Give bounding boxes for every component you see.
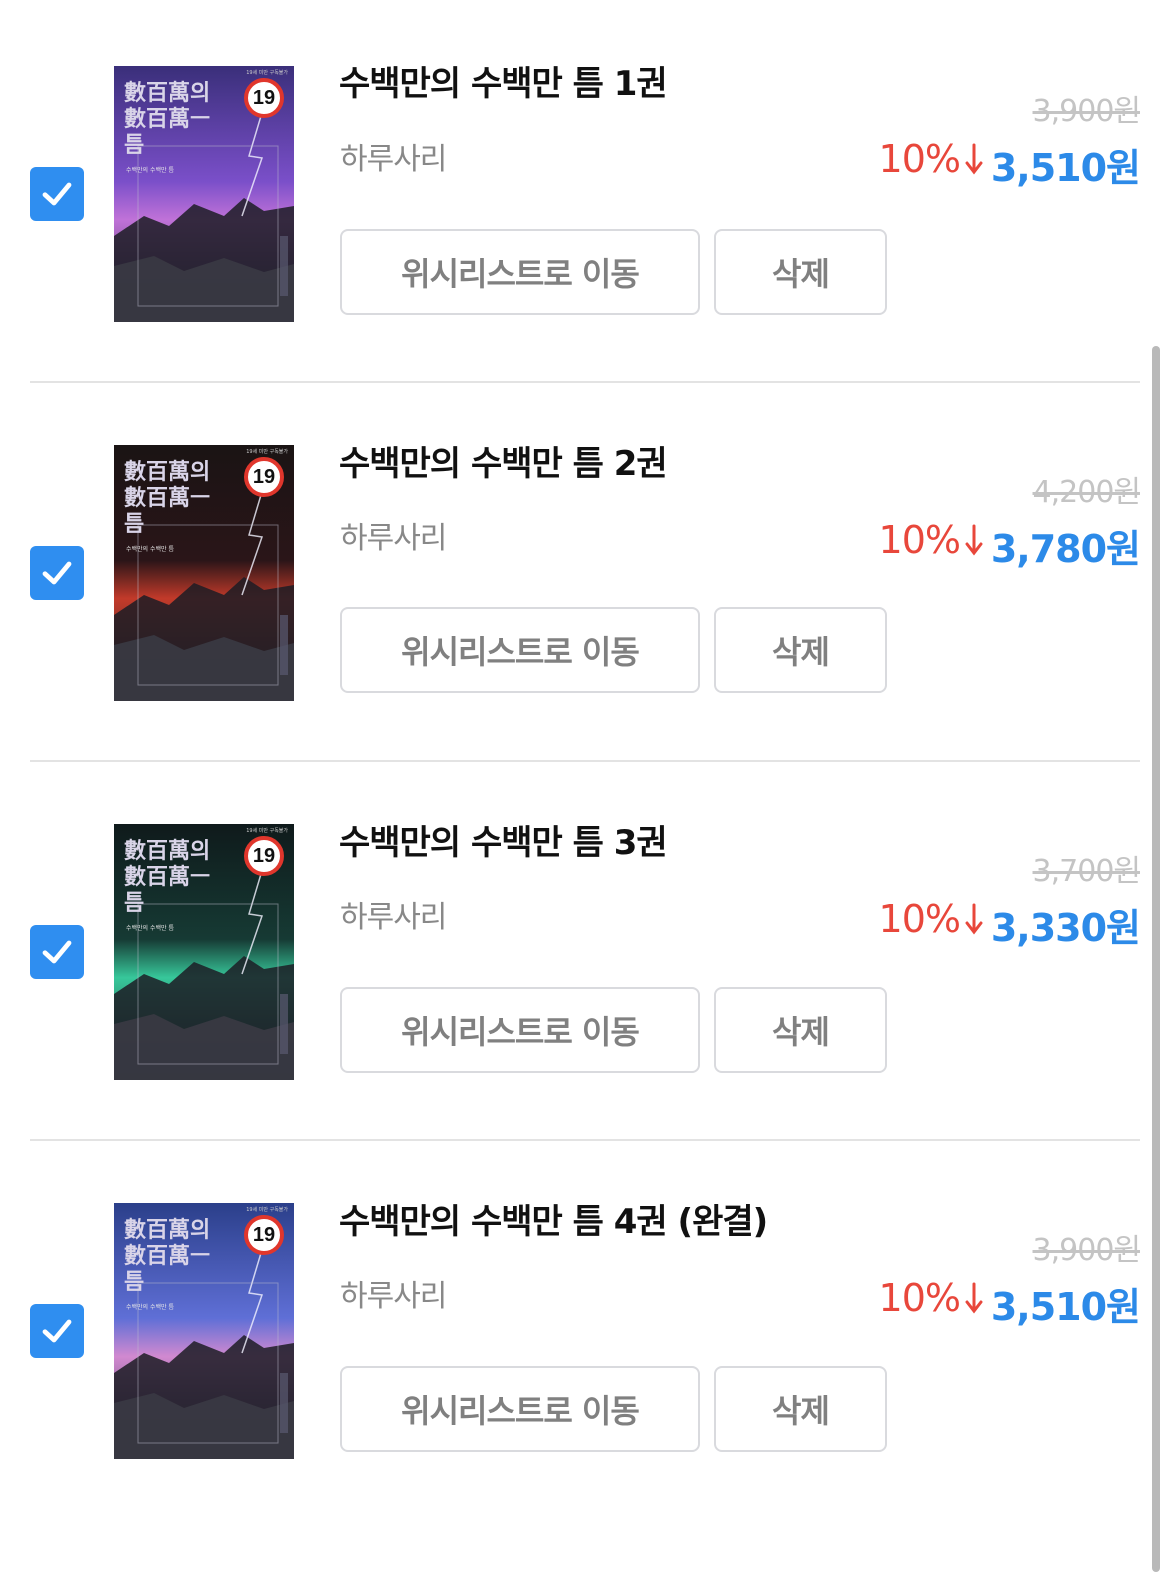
discount-value: 10% (878, 137, 961, 181)
original-price: 4,200원 (1032, 475, 1141, 510)
delete-button[interactable]: 삭제 (714, 987, 887, 1073)
sale-price: 3,510원 (990, 146, 1141, 190)
move-to-wishlist-button[interactable]: 위시리스트로 이동 (340, 607, 700, 693)
cart-item: 19세 미만 구독불가 數百萬의 數百萬ㅡ 틈 수백만의 수백만 틈 19 수백만의… (0, 759, 1170, 1139)
item-checkbox[interactable] (30, 167, 84, 221)
book-cover[interactable]: 19세 미만 구독불가 數百萬의 數百萬ㅡ 틈 수백만의 수백만 틈 19 (114, 824, 294, 1080)
delete-button[interactable]: 삭제 (714, 607, 887, 693)
check-icon (42, 561, 72, 585)
check-icon (42, 1319, 72, 1343)
original-price: 3,900원 (1032, 1233, 1141, 1268)
discount-value: 10% (878, 518, 961, 562)
cover-subtitle: 수백만의 수백만 틈 (126, 1304, 174, 1311)
item-author: 하루사리 (340, 142, 447, 177)
delete-button[interactable]: 삭제 (714, 1366, 887, 1452)
book-cover[interactable]: 19세 미만 구독불가 數百萬의 數百萬ㅡ 틈 수백만의 수백만 틈 19 (114, 445, 294, 701)
sale-price: 3,510원 (990, 1285, 1141, 1329)
down-arrow-icon (965, 903, 983, 935)
item-author: 하루사리 (340, 1279, 447, 1314)
sale-price: 3,780원 (990, 527, 1141, 571)
cover-tag: 19세 미만 구독불가 (246, 449, 288, 455)
discount-rate: 10% (879, 1276, 984, 1320)
cover-spine (280, 994, 288, 1054)
move-to-wishlist-button[interactable]: 위시리스트로 이동 (340, 1366, 700, 1452)
discount-value: 10% (878, 1276, 961, 1320)
cover-tag: 19세 미만 구독불가 (246, 70, 288, 76)
original-price: 3,900원 (1032, 94, 1141, 129)
item-title[interactable]: 수백만의 수백만 틈 3권 (339, 815, 668, 864)
cart-item: 19세 미만 구독불가 數百萬의 數百萬ㅡ 틈 수백만의 수백만 틈 19 수백만의… (0, 0, 1170, 380)
cover-tag: 19세 미만 구독불가 (246, 828, 288, 834)
check-icon (42, 940, 72, 964)
cover-title: 數百萬의 數百萬ㅡ 틈 (124, 80, 211, 158)
down-arrow-icon (965, 1282, 983, 1314)
cover-subtitle: 수백만의 수백만 틈 (126, 546, 174, 553)
item-checkbox[interactable] (30, 925, 84, 979)
item-author: 하루사리 (340, 521, 447, 556)
down-arrow-icon (965, 143, 983, 175)
cover-title: 數百萬의 數百萬ㅡ 틈 (124, 838, 211, 916)
item-checkbox[interactable] (30, 546, 84, 600)
item-author: 하루사리 (340, 900, 447, 935)
cover-title: 數百萬의 數百萬ㅡ 틈 (124, 459, 211, 537)
sale-price: 3,330원 (990, 906, 1141, 950)
age-19-badge-icon: 19 (244, 457, 284, 497)
cover-tag: 19세 미만 구독불가 (246, 1207, 288, 1213)
discount-rate: 10% (879, 897, 984, 941)
delete-button[interactable]: 삭제 (714, 229, 887, 315)
original-price: 3,700원 (1032, 854, 1141, 889)
cover-spine (280, 615, 288, 675)
item-title[interactable]: 수백만의 수백만 틈 2권 (339, 436, 668, 485)
move-to-wishlist-button[interactable]: 위시리스트로 이동 (340, 229, 700, 315)
cover-spine (280, 236, 288, 296)
age-19-badge-icon: 19 (244, 78, 284, 118)
book-cover[interactable]: 19세 미만 구독불가 數百萬의 數百萬ㅡ 틈 수백만의 수백만 틈 19 (114, 66, 294, 322)
discount-rate: 10% (879, 137, 984, 181)
check-icon (42, 182, 72, 206)
cover-subtitle: 수백만의 수백만 틈 (126, 925, 174, 932)
cart-item: 19세 미만 구독불가 數百萬의 數百萬ㅡ 틈 수백만의 수백만 틈 19 수백만의… (0, 380, 1170, 760)
age-19-badge-icon: 19 (244, 836, 284, 876)
item-checkbox[interactable] (30, 1304, 84, 1358)
item-title[interactable]: 수백만의 수백만 틈 1권 (339, 56, 668, 105)
book-cover[interactable]: 19세 미만 구독불가 數百萬의 數百萬ㅡ 틈 수백만의 수백만 틈 19 (114, 1203, 294, 1459)
item-title[interactable]: 수백만의 수백만 틈 4권 (완결) (339, 1194, 768, 1243)
cover-title: 數百萬의 數百萬ㅡ 틈 (124, 1217, 211, 1295)
discount-rate: 10% (879, 518, 984, 562)
move-to-wishlist-button[interactable]: 위시리스트로 이동 (340, 987, 700, 1073)
cart-item: 19세 미만 구독불가 數百萬의 數百萬ㅡ 틈 수백만의 수백만 틈 19 수백만의… (0, 1138, 1170, 1518)
down-arrow-icon (965, 524, 983, 556)
cover-subtitle: 수백만의 수백만 틈 (126, 167, 174, 174)
discount-value: 10% (878, 897, 961, 941)
scrollbar[interactable] (1152, 346, 1160, 1572)
age-19-badge-icon: 19 (244, 1215, 284, 1255)
cover-spine (280, 1373, 288, 1433)
